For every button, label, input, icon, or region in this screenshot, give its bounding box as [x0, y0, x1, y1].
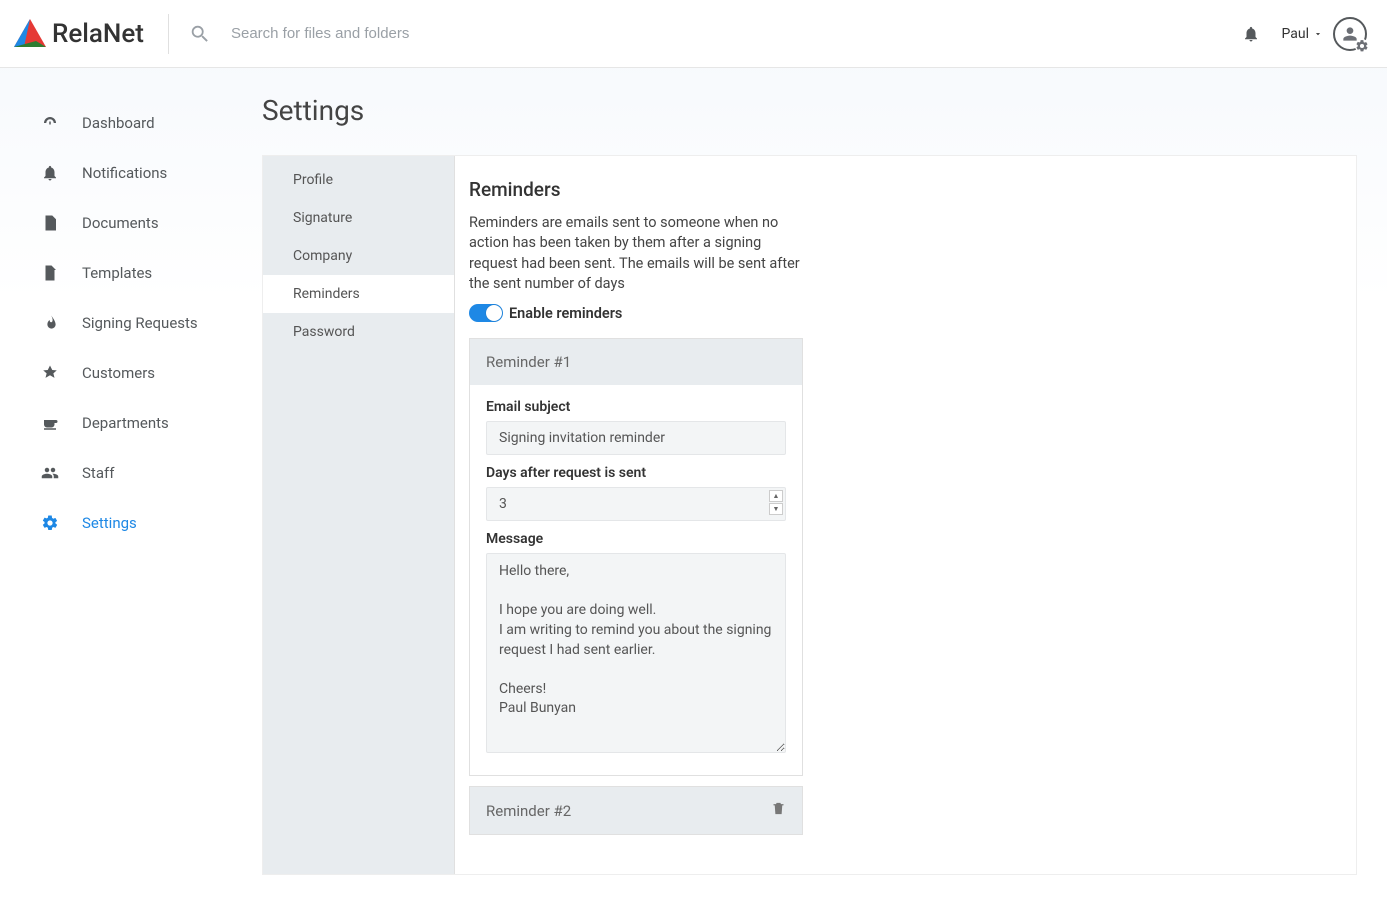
tab-signature[interactable]: Signature — [263, 199, 454, 237]
sidebar-item-signing-requests[interactable]: Signing Requests — [0, 298, 262, 348]
sidebar-item-label: Documents — [82, 214, 159, 232]
logo[interactable]: RelaNet — [14, 14, 169, 54]
days-spinner[interactable]: ▲▼ — [769, 490, 783, 515]
dashboard-icon — [40, 114, 60, 132]
reminder-header[interactable]: Reminder #2 — [470, 787, 802, 834]
document-icon — [40, 214, 60, 232]
sidebar-item-documents[interactable]: Documents — [0, 198, 262, 248]
user-menu[interactable]: Paul — [1282, 17, 1368, 51]
tab-password[interactable]: Password — [263, 313, 454, 351]
sidebar-item-label: Signing Requests — [82, 314, 198, 332]
gear-icon — [1355, 39, 1369, 53]
sidebar-item-departments[interactable]: Departments — [0, 398, 262, 448]
search-icon[interactable] — [189, 23, 211, 45]
days-label: Days after request is sent — [486, 465, 786, 481]
section-title: Reminders — [469, 178, 803, 201]
reminder-header[interactable]: Reminder #1 — [470, 339, 802, 385]
trash-icon[interactable] — [771, 801, 786, 820]
message-label: Message — [486, 531, 786, 547]
content: Settings ProfileSignatureCompanyReminder… — [262, 68, 1387, 900]
sidebar-item-label: Staff — [82, 464, 114, 482]
flame-icon — [40, 314, 60, 332]
tab-reminders[interactable]: Reminders — [263, 275, 454, 313]
notifications-icon[interactable] — [1242, 25, 1260, 43]
message-textarea[interactable]: Hello there, I hope you are doing well. … — [486, 553, 786, 753]
bell-icon — [40, 164, 60, 182]
email-subject-input[interactable] — [486, 421, 786, 455]
header-right: Paul — [1242, 17, 1368, 51]
page-title: Settings — [262, 94, 1357, 127]
sidebar: Dashboard Notifications Documents Templates… — [0, 68, 262, 900]
search-input[interactable] — [231, 25, 631, 42]
sidebar-item-label: Templates — [82, 264, 152, 282]
search-wrap — [181, 23, 1242, 45]
enable-reminders-label: Enable reminders — [509, 305, 622, 322]
tab-company[interactable]: Company — [263, 237, 454, 275]
file-icon — [40, 264, 60, 282]
sidebar-item-staff[interactable]: Staff — [0, 448, 262, 498]
sidebar-item-label: Customers — [82, 364, 155, 382]
sidebar-item-templates[interactable]: Templates — [0, 248, 262, 298]
user-name: Paul — [1282, 26, 1310, 42]
days-input[interactable] — [486, 487, 786, 521]
people-icon — [40, 464, 60, 482]
avatar[interactable] — [1333, 17, 1367, 51]
tab-profile[interactable]: Profile — [263, 156, 454, 199]
spinner-up-icon[interactable]: ▲ — [769, 490, 783, 502]
email-subject-label: Email subject — [486, 399, 786, 415]
settings-panel: ProfileSignatureCompanyRemindersPassword… — [262, 155, 1357, 875]
logo-text: RelaNet — [52, 19, 144, 49]
sidebar-item-settings[interactable]: Settings — [0, 498, 262, 548]
reminder-title: Reminder #1 — [486, 353, 571, 371]
logo-icon — [14, 19, 46, 49]
main: Dashboard Notifications Documents Templates… — [0, 68, 1387, 900]
chevron-down-icon — [1313, 29, 1323, 39]
reminder-title: Reminder #2 — [486, 802, 571, 820]
settings-tabs: ProfileSignatureCompanyRemindersPassword — [263, 156, 455, 874]
reminder-card-1: Reminder #1 Email subject Days after req… — [469, 338, 803, 776]
sidebar-item-label: Settings — [82, 514, 137, 532]
sidebar-item-customers[interactable]: Customers — [0, 348, 262, 398]
sidebar-item-label: Notifications — [82, 164, 167, 182]
gear-icon — [40, 514, 60, 532]
coffee-icon — [40, 414, 60, 432]
section-description: Reminders are emails sent to someone whe… — [469, 213, 803, 294]
reminder-card-2: Reminder #2 — [469, 786, 803, 835]
sidebar-item-label: Departments — [82, 414, 169, 432]
settings-body: Reminders Reminders are emails sent to s… — [455, 156, 817, 874]
app-header: RelaNet Paul — [0, 0, 1387, 68]
reminder-body: Email subject Days after request is sent… — [470, 385, 802, 775]
badge-icon — [40, 364, 60, 382]
sidebar-item-dashboard[interactable]: Dashboard — [0, 98, 262, 148]
spinner-down-icon[interactable]: ▼ — [769, 503, 783, 515]
enable-reminders-toggle[interactable] — [469, 304, 503, 322]
sidebar-item-notifications[interactable]: Notifications — [0, 148, 262, 198]
sidebar-item-label: Dashboard — [82, 114, 155, 132]
enable-reminders-row: Enable reminders — [469, 304, 803, 322]
